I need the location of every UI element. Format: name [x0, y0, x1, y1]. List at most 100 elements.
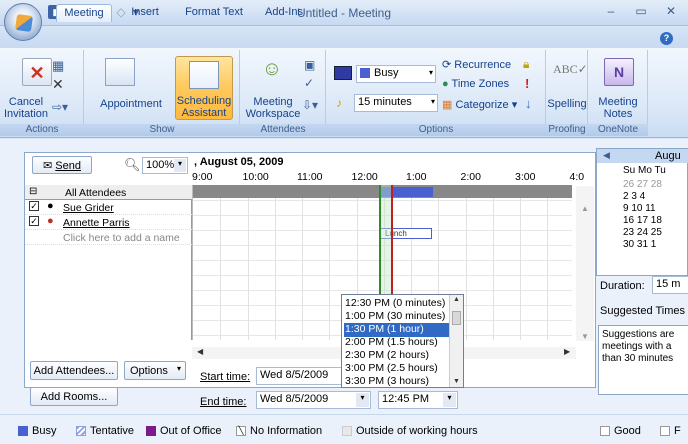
recurrence-icon: ⟳	[442, 59, 455, 71]
end-time-field[interactable]: 12:45 PM ▾	[378, 391, 458, 409]
grid-line	[274, 185, 276, 340]
tab-insert[interactable]: Insert	[123, 4, 167, 22]
zoom-dropdown[interactable]: 100% ▾	[142, 157, 188, 174]
scroll-down-icon[interactable]: ▼	[453, 378, 460, 385]
reminder-bell-icon: ♪	[336, 96, 342, 110]
suggestions-panel: Suggestions are meetings with a than 30 …	[598, 325, 688, 395]
group-label-show: Show	[84, 124, 240, 136]
calendar-week-row[interactable]: 26 27 28	[623, 179, 662, 190]
add-attendees-button[interactable]: Add Attendees...	[30, 361, 118, 380]
legend-no-info-label: No Information	[250, 425, 323, 437]
tab-add-ins[interactable]: Add-Ins	[259, 4, 309, 22]
time-zones-label: Time Zones	[451, 78, 510, 90]
help-icon[interactable]: ?	[660, 32, 673, 45]
minimize-icon[interactable]: –	[600, 4, 622, 20]
dropdown-option[interactable]: 1:30 PM (1 hour)	[344, 323, 449, 337]
dropdown-option[interactable]: 1:00 PM (30 minutes)	[344, 310, 449, 324]
scroll-thumb[interactable]	[452, 311, 461, 325]
high-importance-icon[interactable]: !	[525, 76, 529, 91]
dropdown-option[interactable]: 2:00 PM (1.5 hours)	[344, 336, 449, 350]
address-book-small-icon[interactable]: ▣	[304, 58, 315, 72]
time-header: 9:00 10:00 11:00 12:00 1:00 2:00 3:00 4:0	[192, 170, 584, 185]
address-book-icon[interactable]: ▦	[52, 58, 64, 74]
grid-line	[329, 185, 331, 340]
cancel-invitation-icon: ✕	[22, 58, 52, 86]
start-date-value: Wed 8/5/2009	[260, 369, 329, 381]
required-attendee-icon: ●	[47, 215, 54, 227]
end-date-field[interactable]: Wed 8/5/2009 ▾	[256, 391, 371, 409]
chevron-down-icon[interactable]: ▾	[443, 393, 456, 407]
time-header-label: 11:00	[297, 171, 323, 183]
organizer-icon: ●	[47, 200, 54, 212]
delete-icon[interactable]: ✕	[52, 76, 64, 93]
add-name-placeholder[interactable]: Click here to add a name	[63, 232, 180, 244]
recurrence-button[interactable]: ⟳ Recurrence	[442, 58, 511, 71]
group-label-options: Options	[326, 124, 546, 136]
meeting-workspace-button[interactable]: Meeting Workspace	[244, 96, 302, 120]
close-icon[interactable]: ✕	[660, 4, 682, 20]
show-as-dropdown[interactable]: Busy ▾	[356, 65, 436, 83]
tab-meeting[interactable]: Meeting	[56, 4, 112, 22]
check-names-icon[interactable]: ✓	[304, 76, 314, 90]
calendar-week-row[interactable]: 16 17 18	[623, 215, 662, 226]
calendar-week-row[interactable]: 9 10 11	[623, 203, 656, 214]
grid-line	[520, 185, 521, 340]
dropdown-option[interactable]: 3:30 PM (3 hours)	[344, 375, 449, 387]
scroll-left-icon[interactable]: ◀	[197, 347, 203, 356]
reminder-dropdown[interactable]: 15 minutes ▾	[354, 94, 438, 112]
scroll-down-icon[interactable]: ▼	[581, 332, 589, 341]
calendar-week-row[interactable]: 23 24 25	[623, 227, 662, 238]
options-button[interactable]: Options ▾	[124, 361, 186, 380]
maximize-icon[interactable]: ▭	[630, 4, 652, 20]
calendar-week-row[interactable]: 30 31 1	[623, 239, 656, 250]
calendar-week-row[interactable]: 2 3 4	[623, 191, 645, 202]
scroll-right-icon[interactable]: ▶	[564, 347, 570, 356]
attendee-name[interactable]: Sue Grider	[63, 202, 114, 214]
dropdown-option[interactable]: 3:00 PM (2.5 hours)	[344, 362, 449, 376]
low-importance-icon[interactable]: ↓	[525, 96, 532, 111]
time-header-label: 9:00	[192, 171, 213, 183]
tab-format-text[interactable]: Format Text	[181, 4, 247, 22]
time-zones-button[interactable]: ● Time Zones	[442, 78, 509, 90]
group-label-onenote: OneNote	[588, 124, 648, 136]
chevron-down-icon: ▾	[176, 364, 181, 373]
end-time-dropdown-list[interactable]: 12:30 PM (0 minutes) 1:00 PM (30 minutes)…	[341, 294, 464, 388]
dropdown-scrollbar[interactable]: ▲ ▼	[449, 295, 463, 387]
scroll-up-icon[interactable]: ▲	[581, 204, 589, 213]
attendee-row[interactable]: ✓ ● Sue Grider	[25, 200, 192, 215]
calendar-days-header: Su Mo Tu	[623, 165, 666, 176]
send-label: Send	[55, 160, 81, 172]
duration-field[interactable]: 15 m	[652, 276, 688, 294]
categorize-button[interactable]: ▦ Categorize ▾	[442, 98, 517, 111]
add-rooms-button[interactable]: Add Rooms...	[30, 387, 118, 406]
office-logo-icon	[14, 13, 34, 33]
attendee-checkbox[interactable]: ✓	[29, 216, 39, 226]
appointment-button[interactable]: Appointment	[88, 98, 174, 110]
scheduling-assistant-button[interactable]: Scheduling Assistant	[175, 56, 233, 120]
all-attendees-row[interactable]: ⊟ All Attendees	[25, 185, 192, 200]
options-label: Options	[130, 365, 168, 377]
all-attendees-label: All Attendees	[65, 187, 127, 199]
scheduling-assistant-label: Scheduling Assistant	[176, 95, 232, 119]
spelling-button[interactable]: Spelling	[546, 98, 588, 110]
responses-icon[interactable]: ⇩▾	[302, 98, 318, 112]
private-lock-icon[interactable]: 🔒︎	[523, 57, 529, 72]
grid-vertical-scrollbar[interactable]: ▲ ▼	[576, 186, 594, 341]
prev-month-icon[interactable]: ◀	[603, 150, 610, 161]
spelling-icon: ABC✓	[553, 62, 588, 76]
time-header-label: 2:00	[460, 171, 481, 183]
dropdown-option[interactable]: 12:30 PM (0 minutes)	[344, 297, 449, 311]
forward-icon[interactable]: ⇨▾	[52, 100, 68, 114]
scroll-up-icon[interactable]: ▲	[453, 296, 460, 303]
attendee-row[interactable]: ✓ ● Annette Parris	[25, 215, 192, 230]
calendar-dropdown-icon[interactable]: ▾	[356, 393, 369, 407]
attendee-checkbox[interactable]: ✓	[29, 201, 39, 211]
dropdown-option[interactable]: 2:30 PM (2 hours)	[344, 349, 449, 363]
cancel-invitation-button[interactable]: Cancel Invitation	[4, 96, 48, 120]
ribbon-tabs	[0, 26, 688, 48]
office-button[interactable]	[4, 3, 42, 41]
meeting-notes-button[interactable]: Meeting Notes	[590, 96, 646, 120]
attendee-name[interactable]: Annette Parris	[63, 217, 130, 229]
add-name-row[interactable]: Click here to add a name	[25, 230, 192, 245]
send-button[interactable]: ✉ Send	[32, 156, 92, 174]
